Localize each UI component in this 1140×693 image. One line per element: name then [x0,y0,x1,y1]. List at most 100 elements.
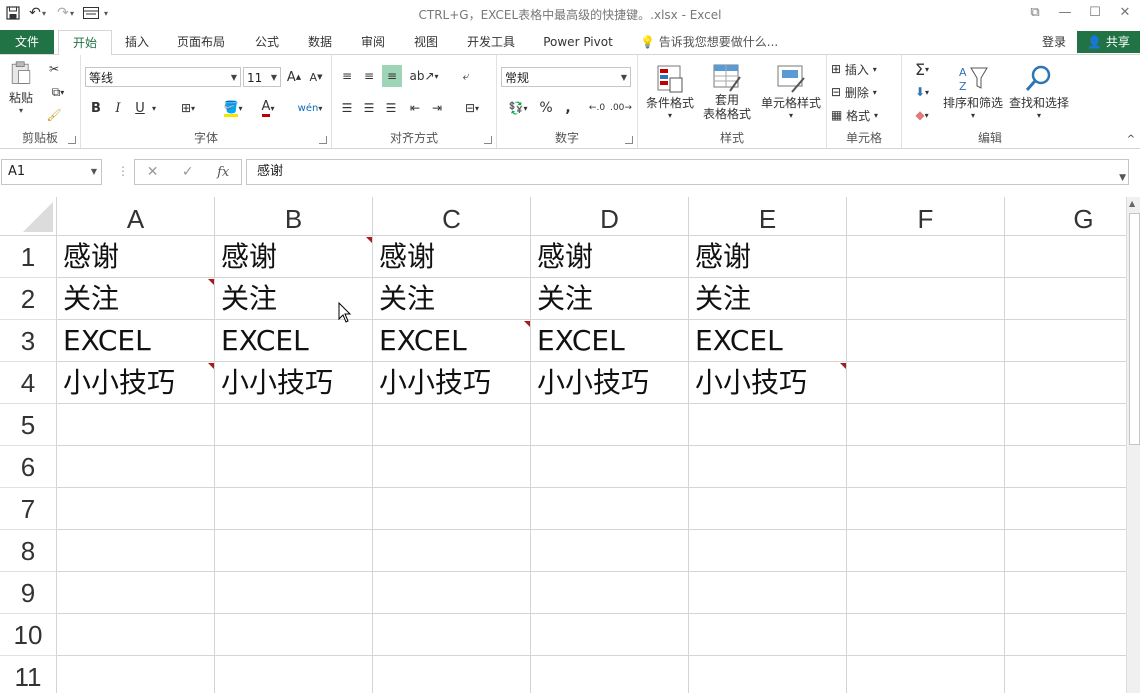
splitter-icon[interactable]: ⋮ [117,164,129,178]
cell-a5[interactable] [57,404,215,446]
cell-f9[interactable] [847,572,1005,614]
tab-review[interactable]: 审阅 [350,30,396,54]
login-link[interactable]: 登录 [1042,30,1066,54]
sort-filter-button[interactable]: AZ 排序和筛选 ▾ [940,59,1006,125]
paste-button[interactable]: 粘贴 ▾ [4,61,38,115]
align-middle-icon[interactable]: ≡ [360,65,378,87]
row-header-3[interactable]: 3 [0,320,57,362]
cell-d1[interactable]: 感谢 [531,236,689,278]
cell-g2[interactable] [1005,278,1126,320]
cut-icon[interactable]: ✂ [44,59,64,79]
tab-insert[interactable]: 插入 [114,30,160,54]
cell-f3[interactable] [847,320,1005,362]
cell-c2[interactable]: 关注 [373,278,531,320]
wrap-text-icon[interactable]: ⤶ [456,65,476,87]
cell-d11[interactable] [531,656,689,693]
tab-home[interactable]: 开始 [58,30,112,56]
insert-function-icon[interactable]: fx [217,165,229,180]
cell-d9[interactable] [531,572,689,614]
increase-indent-icon[interactable]: ⇥ [428,97,446,119]
cell-g5[interactable] [1005,404,1126,446]
decrease-indent-icon[interactable]: ⇤ [406,97,424,119]
row-header-9[interactable]: 9 [0,572,57,614]
orientation-icon[interactable]: ab↗ ▾ [409,65,438,87]
underline-button[interactable]: U [131,97,149,119]
row-header-2[interactable]: 2 [0,278,57,320]
row-header-7[interactable]: 7 [0,488,57,530]
cell-g6[interactable] [1005,446,1126,488]
minimize-icon[interactable]: — [1050,0,1080,24]
format-painter-icon[interactable]: 🖌 [44,105,64,125]
decrease-decimal-icon[interactable]: .00→ [610,97,632,119]
cell-e2[interactable]: 关注 [689,278,847,320]
cell-f4[interactable] [847,362,1005,404]
cell-b3[interactable]: EXCEL [215,320,373,362]
cell-d5[interactable] [531,404,689,446]
tab-view[interactable]: 视图 [403,30,449,54]
format-as-table-button[interactable]: 套用 表格格式 [698,59,756,125]
delete-cells-button[interactable]: ⊟ 删除 ▾ [831,82,897,102]
row-header-11[interactable]: 11 [0,656,57,693]
cell-f2[interactable] [847,278,1005,320]
cell-c5[interactable] [373,404,531,446]
font-color-button[interactable]: A ▾ [253,97,283,119]
scroll-up-icon[interactable]: ▲ [1129,199,1135,208]
enter-icon[interactable]: ✓ [182,164,194,180]
clipboard-launcher-icon[interactable] [68,136,76,144]
column-header-f[interactable]: F [847,197,1005,236]
cell-d4[interactable]: 小小技巧 [531,362,689,404]
cell-a4[interactable]: 小小技巧 [57,362,215,404]
merge-center-icon[interactable]: ⊟ ▾ [456,97,488,119]
collapse-ribbon-icon[interactable]: ^ [1124,133,1138,145]
close-icon[interactable]: ✕ [1110,0,1140,24]
maximize-icon[interactable]: ☐ [1080,0,1110,24]
cell-g4[interactable] [1005,362,1126,404]
conditional-format-button[interactable]: 条件格式 ▾ [642,59,698,125]
cell-b1[interactable]: 感谢 [215,236,373,278]
italic-button[interactable]: I [109,97,127,119]
clear-icon[interactable]: ◆ ▾ [906,105,938,125]
font-launcher-icon[interactable] [319,136,327,144]
cell-e8[interactable] [689,530,847,572]
cell-e1[interactable]: 感谢 [689,236,847,278]
cell-c1[interactable]: 感谢 [373,236,531,278]
cancel-icon[interactable]: ✕ [147,164,159,180]
row-header-6[interactable]: 6 [0,446,57,488]
cell-b5[interactable] [215,404,373,446]
cell-g8[interactable] [1005,530,1126,572]
accounting-format-icon[interactable]: 💱 ▾ [503,97,533,119]
comma-button[interactable]: , [559,97,577,119]
row-header-4[interactable]: 4 [0,362,57,404]
cell-b10[interactable] [215,614,373,656]
percent-button[interactable]: % [537,97,555,119]
grow-font-icon[interactable]: A ▲ [285,67,303,87]
increase-decimal-icon[interactable]: ←.0 [587,97,607,119]
cell-c9[interactable] [373,572,531,614]
cell-b7[interactable] [215,488,373,530]
autosum-icon[interactable]: Σ ▾ [906,59,938,79]
share-button[interactable]: 👤 共享 [1077,31,1140,53]
row-header-10[interactable]: 10 [0,614,57,656]
cell-g7[interactable] [1005,488,1126,530]
row-header-5[interactable]: 5 [0,404,57,446]
number-launcher-icon[interactable] [625,136,633,144]
column-header-c[interactable]: C [373,197,531,236]
cell-c3[interactable]: EXCEL [373,320,531,362]
alignment-launcher-icon[interactable] [484,136,492,144]
name-box[interactable]: A1 ▼ [1,159,102,185]
bold-button[interactable]: B [87,97,105,119]
column-header-d[interactable]: D [531,197,689,236]
insert-cells-button[interactable]: ⊞ 插入 ▾ [831,59,897,79]
cell-e7[interactable] [689,488,847,530]
formula-input[interactable]: 感谢 ▼ [246,159,1129,185]
cell-a7[interactable] [57,488,215,530]
cell-b11[interactable] [215,656,373,693]
cell-a8[interactable] [57,530,215,572]
cell-a6[interactable] [57,446,215,488]
align-left-icon[interactable]: ☰ [338,97,356,119]
fill-icon[interactable]: ⬇ ▾ [906,82,938,102]
cell-f1[interactable] [847,236,1005,278]
row-header-1[interactable]: 1 [0,236,57,278]
cell-a3[interactable]: EXCEL [57,320,215,362]
phonetic-icon[interactable]: wén ▾ [295,97,325,119]
